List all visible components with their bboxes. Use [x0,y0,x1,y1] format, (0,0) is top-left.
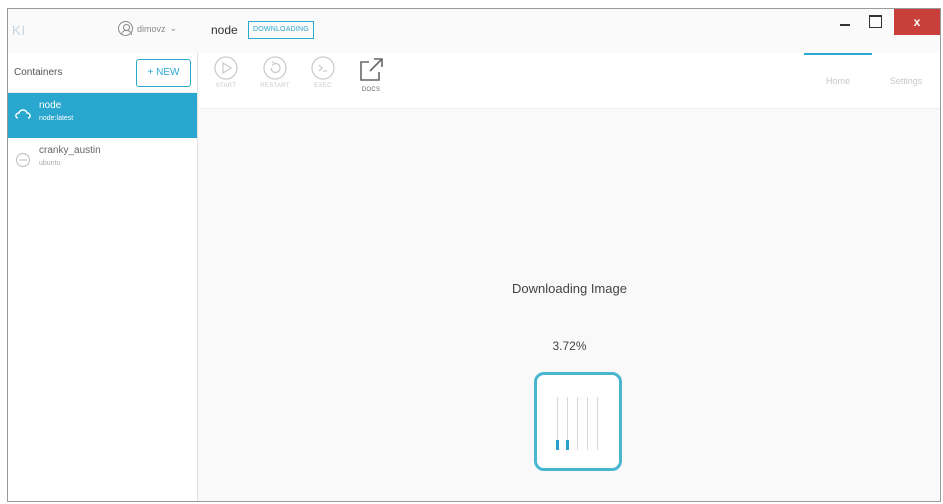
username-label: dimovz [137,23,166,34]
stopped-icon [16,153,30,167]
progress-fill [556,440,559,450]
start-button[interactable]: START [206,55,246,89]
download-heading: Downloading Image [512,281,627,296]
exec-label: EXEC [314,83,332,89]
tab-bar: Home Settings [804,53,940,109]
toolbar: START RESTART EXEC DOCS Home Settings [199,53,940,109]
maximize-button[interactable] [860,9,890,35]
progress-track [587,397,588,450]
container-item-node[interactable]: node node:latest [8,93,197,138]
progress-bars [556,397,601,450]
sidebar: Containers + NEW node node:latest cranky… [8,53,198,501]
progress-fill [566,440,569,450]
progress-track [597,397,598,450]
progress-track [577,397,578,450]
window-controls: x [830,9,940,35]
chevron-down-icon: ⌄ [169,23,178,33]
minimize-button[interactable] [830,9,860,35]
sidebar-title: Containers [14,67,63,78]
terminal-icon [311,56,335,80]
current-container-name: node [211,23,238,37]
start-label: START [215,83,237,89]
container-name: cranky_austin [39,145,101,156]
container-name: node [39,100,62,111]
container-image: node:latest [39,115,74,122]
restart-button[interactable]: RESTART [255,55,295,89]
new-container-button[interactable]: + NEW [136,59,191,87]
tab-settings[interactable]: Settings [872,53,940,109]
status-badge: DOWNLOADING [248,21,314,39]
docs-button[interactable]: DOCS [351,55,391,93]
container-item-cranky-austin[interactable]: cranky_austin ubuntu [8,138,197,183]
external-link-icon [360,58,383,81]
download-percent: 3.72% [552,339,587,353]
close-button[interactable]: x [894,9,940,35]
main-content: Downloading Image 3.72% [199,110,940,501]
docs-label: DOCS [361,87,381,93]
user-menu[interactable]: dimovz ⌄ [118,21,177,36]
app-window: KI dimovz ⌄ node DOWNLOADING x Container… [7,8,941,502]
sidebar-header: Containers + NEW [8,53,197,93]
tab-home[interactable]: Home [804,53,872,109]
container-image: ubuntu [39,160,61,167]
app-logo: KI [12,23,27,38]
play-icon [214,56,238,80]
restart-label: RESTART [260,83,290,89]
exec-button[interactable]: EXEC [303,55,343,89]
restart-icon [263,56,287,80]
user-avatar-icon [118,21,133,36]
cloud-download-icon [15,109,31,119]
download-progress-indicator [534,372,622,471]
